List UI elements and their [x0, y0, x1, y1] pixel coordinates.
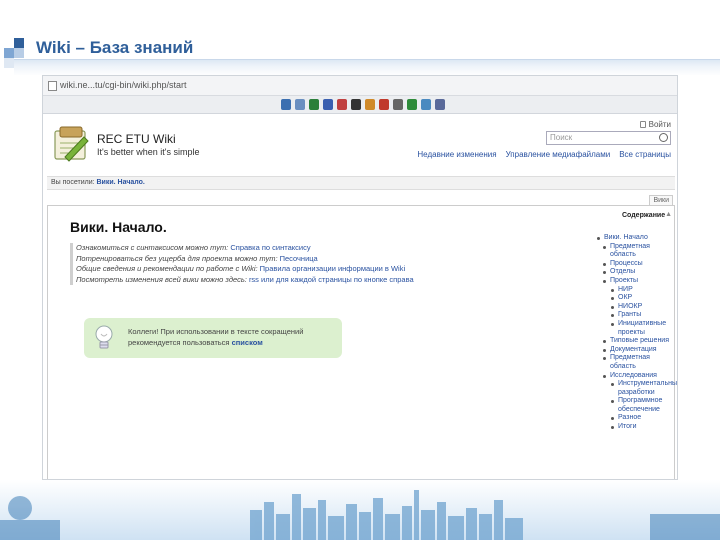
recent-links: Недавние изменения Управление медиафайлам… — [417, 150, 671, 159]
page-icon — [48, 81, 57, 91]
toc-item[interactable]: Процессы — [602, 260, 676, 269]
intro-block: Ознакомиться с синтаксисом можно тут: Сп… — [70, 243, 585, 285]
toc-item[interactable]: Типовые решения — [602, 337, 676, 346]
note-body: Коллеги! При использовании в тексте сокр… — [128, 327, 304, 347]
intro-link[interactable]: Песочница — [280, 254, 318, 263]
wiki-title: REC ETU Wiki — [97, 132, 176, 146]
login-label: Войти — [648, 120, 671, 129]
slide: Wiki – База знаний wiki.ne...tu/cgi-bin/… — [0, 0, 720, 540]
toc-item[interactable]: ОКР — [610, 294, 676, 303]
trail-prefix: Вы посетили: — [51, 179, 95, 186]
globe-icon[interactable] — [309, 99, 319, 110]
toc-item[interactable]: НИОКР — [610, 303, 676, 312]
toc-item[interactable]: Разное — [610, 414, 676, 423]
search-placeholder: Поиск — [550, 133, 573, 142]
login-link[interactable]: Войти — [639, 120, 671, 129]
toc-hide-button[interactable]: ▲ — [665, 211, 672, 218]
toc-item[interactable]: Программное обеспечение — [610, 397, 676, 414]
wiki-tagline: It's better when it's simple — [97, 147, 200, 157]
toc-item[interactable]: Предметная область — [602, 243, 676, 260]
intro-line: Ознакомиться с синтаксисом можно тут: Сп… — [76, 243, 585, 254]
lock-icon — [639, 121, 646, 128]
toc-item[interactable]: Проекты — [602, 277, 676, 286]
toc-list: Вики. Начало Предметная область Процессы От… — [596, 234, 677, 432]
lightbulb-icon — [95, 325, 113, 349]
slide-title: Wiki – База знаний — [36, 38, 194, 57]
address-bar[interactable]: wiki.ne...tu/cgi-bin/wiki.php/start — [43, 76, 677, 96]
trail-link[interactable]: Вики. Начало. — [97, 179, 145, 186]
intro-link[interactable]: rss или для каждой страницы по кнопке сп… — [249, 275, 414, 284]
intro-text: Потренироваться без ущерба для проекта м… — [76, 253, 280, 263]
toc-title: Содержание — [622, 212, 666, 219]
intro-text: Посмотреть изменения всей вики можно зде… — [76, 274, 249, 284]
breadcrumb: Вы посетили: Вики. Начало. — [47, 176, 675, 190]
page-content: Вики. Начало. Ознакомиться с синтаксисом… — [47, 205, 677, 479]
chat-icon[interactable] — [421, 99, 431, 110]
intro-text: Ознакомиться с синтаксисом можно тут: — [76, 243, 231, 252]
wiki-header: REC ETU Wiki It's better when it's simpl… — [43, 114, 677, 174]
table-of-contents: Содержание ▲ Вики. Начало Предметная обла… — [588, 206, 677, 479]
page-icon[interactable] — [323, 99, 333, 110]
pin-icon[interactable] — [281, 99, 291, 110]
intro-link[interactable]: Справка по синтаксису — [230, 243, 310, 252]
intro-line: Общие сведения и рекомендации по работе … — [76, 264, 585, 275]
note-box: Коллеги! При использовании в тексте сокр… — [84, 318, 342, 358]
download-icon[interactable] — [435, 99, 445, 110]
toc-item[interactable]: Инструментальные разработки — [610, 380, 677, 397]
intro-line: Посмотреть изменения всей вики можно зде… — [76, 275, 585, 286]
flag-icon[interactable] — [379, 99, 389, 110]
browser-toolbar — [43, 96, 677, 114]
recent-link[interactable]: Недавние изменения — [417, 150, 496, 159]
note-link[interactable]: списком — [232, 338, 263, 347]
toc-item[interactable]: Гранты — [610, 311, 676, 320]
intro-line: Потренироваться без ущерба для проекта м… — [76, 254, 585, 265]
search-icon[interactable] — [659, 133, 668, 142]
n-icon[interactable] — [407, 99, 417, 110]
bookmark-icon[interactable] — [337, 99, 347, 110]
page-title: Вики. Начало. — [70, 219, 167, 235]
toc-item[interactable]: Документация — [602, 346, 676, 355]
page-tab[interactable]: Вики — [649, 195, 673, 205]
toc-item[interactable]: Итоги — [610, 423, 676, 432]
intro-link[interactable]: Правила организации информации в Wiki — [260, 264, 405, 273]
wiki-screenshot: wiki.ne...tu/cgi-bin/wiki.php/start REC … — [42, 75, 678, 480]
toc-item[interactable]: НИР — [610, 286, 676, 295]
note-text: Коллеги! При использовании в тексте сокр… — [128, 326, 336, 348]
badge-icon[interactable] — [365, 99, 375, 110]
toc-item[interactable]: Исследования — [602, 372, 676, 381]
toc-item[interactable]: Предметная область — [602, 354, 676, 371]
toc-item[interactable]: Инициативные проекты — [610, 320, 676, 337]
toc-item[interactable]: Вики. Начало — [596, 234, 676, 243]
address-text: wiki.ne...tu/cgi-bin/wiki.php/start — [60, 80, 187, 90]
city-skyline-decoration — [0, 480, 720, 540]
search-input[interactable]: Поиск — [546, 131, 671, 145]
recent-link[interactable]: Управление медиафайлами — [506, 150, 611, 159]
toc-item[interactable]: Отделы — [602, 268, 676, 277]
search-icon[interactable] — [393, 99, 403, 110]
tool-icon[interactable] — [295, 99, 305, 110]
wiki-logo — [54, 126, 89, 162]
title-rule — [14, 59, 720, 75]
recent-link[interactable]: Все страницы — [619, 150, 671, 159]
intro-text: Общие сведения и рекомендации по работе … — [76, 264, 260, 273]
user-icon[interactable] — [351, 99, 361, 110]
